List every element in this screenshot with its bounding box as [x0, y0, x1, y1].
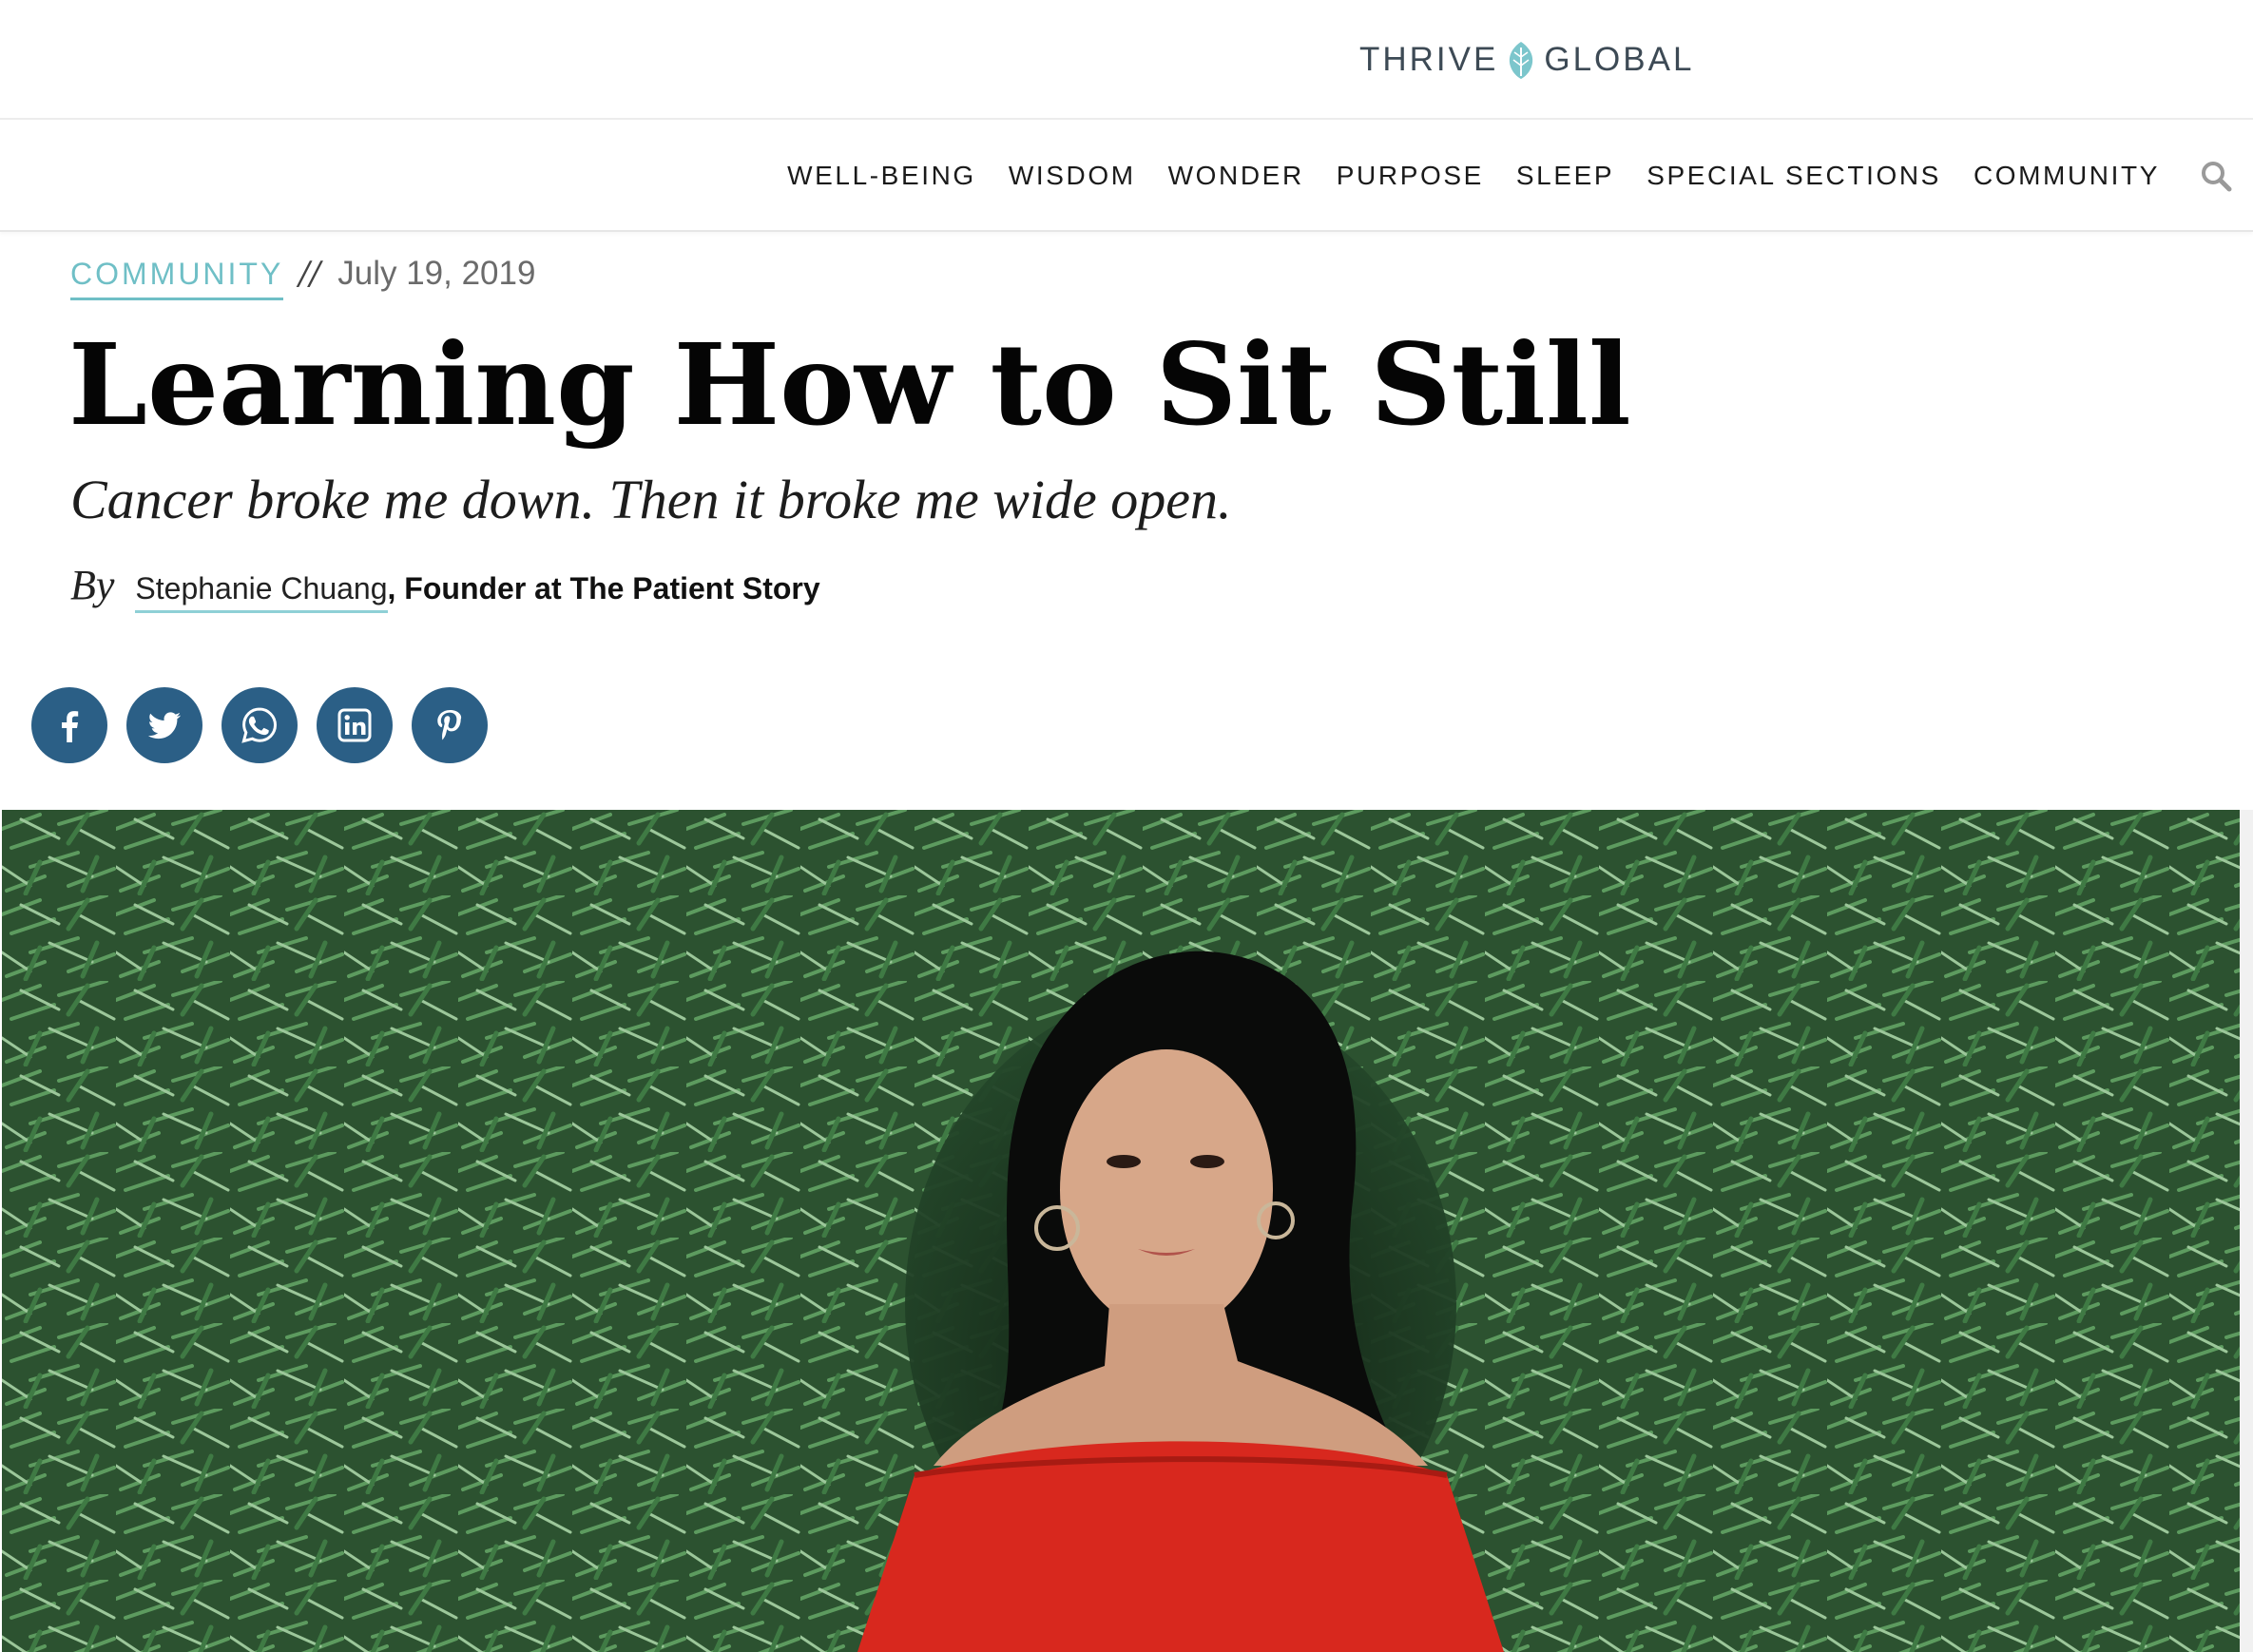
nav-item-special-sections[interactable]: SPECIAL SECTIONS — [1646, 161, 1941, 191]
logo-text-thrive: THRIVE — [1359, 41, 1499, 78]
whatsapp-icon — [241, 707, 278, 743]
main-nav: WELL-BEING WISDOM WONDER PURPOSE SLEEP S… — [0, 120, 2253, 232]
share-linkedin-button[interactable] — [317, 687, 393, 763]
nav-item-wisdom[interactable]: WISDOM — [1009, 161, 1136, 191]
nav-item-purpose[interactable]: PURPOSE — [1337, 161, 1484, 191]
article-meta: COMMUNITY // July 19, 2019 — [70, 255, 535, 300]
nav-item-community[interactable]: COMMUNITY — [1974, 161, 2160, 191]
share-whatsapp-button[interactable] — [221, 687, 298, 763]
share-twitter-button[interactable] — [126, 687, 202, 763]
category-link[interactable]: COMMUNITY — [70, 257, 284, 300]
share-bar — [31, 687, 488, 763]
leaf-icon — [1510, 42, 1533, 79]
linkedin-icon — [337, 708, 372, 742]
meta-separator: // — [298, 255, 321, 293]
article-title: Learning How to Sit Still — [68, 318, 1631, 451]
brand-header: THRIVE GLOBAL — [0, 0, 2253, 120]
thrive-global-logo[interactable]: THRIVE GLOBAL — [1359, 36, 1694, 84]
nav-item-well-being[interactable]: WELL-BEING — [787, 161, 976, 191]
twitter-icon — [147, 712, 181, 740]
nav-item-sleep[interactable]: SLEEP — [1516, 161, 1614, 191]
byline: By Stephanie Chuang , Founder at The Pat… — [70, 561, 820, 613]
share-pinterest-button[interactable] — [412, 687, 488, 763]
pinterest-icon — [437, 710, 462, 740]
facebook-icon — [62, 711, 79, 742]
author-link[interactable]: Stephanie Chuang — [135, 571, 388, 613]
publish-date: July 19, 2019 — [337, 255, 536, 292]
logo-text-global: GLOBAL — [1544, 41, 1695, 78]
article-subtitle: Cancer broke me down. Then it broke me w… — [70, 469, 1232, 530]
share-facebook-button[interactable] — [31, 687, 107, 763]
author-role: , Founder at The Patient Story — [387, 571, 820, 605]
page-scrollbar[interactable] — [2240, 810, 2253, 1652]
hero-image — [2, 810, 2240, 1652]
hero-photo-illustration — [2, 810, 2240, 1652]
search-button[interactable] — [2198, 158, 2236, 196]
by-label: By — [70, 562, 115, 608]
nav-item-wonder[interactable]: WONDER — [1168, 161, 1304, 191]
search-icon — [2202, 162, 2232, 192]
nav-list: WELL-BEING WISDOM WONDER PURPOSE SLEEP S… — [787, 120, 2160, 232]
